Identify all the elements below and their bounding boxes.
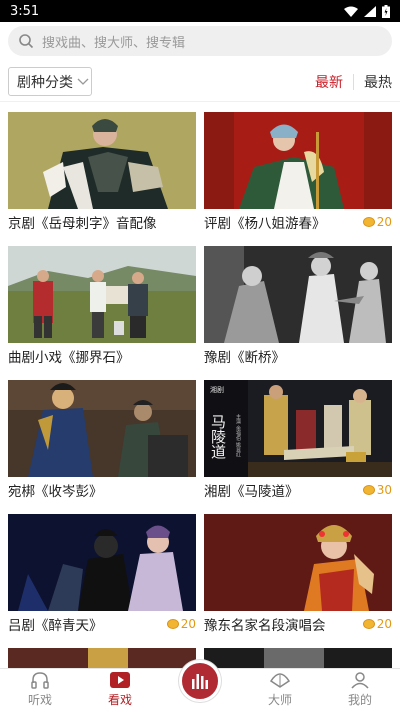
card-title: 宛梆《收岑彭》 <box>8 484 103 500</box>
card-title: 评剧《杨八姐游春》 <box>204 216 326 232</box>
video-thumbnail[interactable] <box>204 246 392 343</box>
card-info: 京剧《岳母刺字》音配像 <box>8 209 196 235</box>
search-input[interactable]: 搜戏曲、搜大师、搜专辑 <box>8 26 392 56</box>
play-video-icon <box>110 672 130 688</box>
coin-icon <box>362 619 375 629</box>
price-badge: 20 <box>362 215 392 229</box>
card-info: 吕剧《醉青天》 20 <box>8 611 196 637</box>
tab-label: 我的 <box>347 693 372 707</box>
video-thumbnail[interactable] <box>204 514 392 611</box>
card-info: 湘剧《马陵道》 30 <box>204 477 392 503</box>
price-badge: 20 <box>362 617 392 631</box>
search-area: 搜戏曲、搜大师、搜专辑 <box>0 22 400 62</box>
category-label: 剧种分类 <box>17 74 73 91</box>
card-title: 吕剧《醉青天》 <box>8 618 103 634</box>
card-info: 宛梆《收岑彭》 <box>8 477 196 503</box>
status-bar: 3:51 <box>0 0 400 22</box>
video-thumbnail[interactable] <box>8 380 196 477</box>
tab-listen[interactable]: 听戏 <box>0 669 80 712</box>
video-grid: 京剧《岳母刺字》音配像 评剧《杨八姐游春》 20 曲剧小戏《挪界石》 豫剧《断桥… <box>0 103 400 668</box>
video-card[interactable]: 曲剧小戏《挪界石》 <box>8 246 196 369</box>
video-thumbnail[interactable] <box>8 514 196 611</box>
search-placeholder: 搜戏曲、搜大师、搜专辑 <box>42 35 186 51</box>
coin-icon <box>362 485 375 495</box>
center-player-button[interactable] <box>179 660 221 702</box>
tab-label: 大师 <box>267 693 292 707</box>
status-time: 3:51 <box>10 3 40 19</box>
sort-latest[interactable]: 最新 <box>315 72 343 92</box>
sort-toggle: 最新 最热 <box>315 72 392 92</box>
card-title: 湘剧《马陵道》 <box>204 484 299 500</box>
sort-divider <box>353 74 354 90</box>
price-badge: 20 <box>166 617 196 631</box>
video-card[interactable]: 评剧《杨八姐游春》 20 <box>204 112 392 235</box>
card-title: 曲剧小戏《挪界石》 <box>8 350 130 366</box>
battery-icon <box>382 4 390 18</box>
filter-row: 剧种分类 最新 最热 <box>0 62 400 102</box>
video-card[interactable]: 宛梆《收岑彭》 <box>8 380 196 503</box>
video-card[interactable]: 京剧《岳母刺字》音配像 <box>8 112 196 235</box>
card-title: 京剧《岳母刺字》音配像 <box>8 216 157 232</box>
card-info: 曲剧小戏《挪界石》 <box>8 343 196 369</box>
fan-icon <box>269 673 291 688</box>
card-info: 豫剧《断桥》 <box>204 343 392 369</box>
card-info: 评剧《杨八姐游春》 20 <box>204 209 392 235</box>
wifi-icon <box>344 6 358 17</box>
video-thumbnail[interactable]: 湘剧 马陵道 主演 余福伯 姚显红 <box>204 380 392 477</box>
search-icon <box>19 34 34 49</box>
video-thumbnail[interactable] <box>8 648 196 668</box>
video-card[interactable] <box>8 648 196 668</box>
video-card[interactable]: 豫剧《断桥》 <box>204 246 392 369</box>
price-value: 30 <box>376 483 392 497</box>
audio-bars-icon <box>192 674 208 689</box>
tab-mine[interactable]: 我的 <box>320 669 400 712</box>
video-card[interactable] <box>204 648 392 668</box>
video-thumbnail[interactable] <box>8 112 196 209</box>
tab-label: 听戏 <box>27 693 52 707</box>
thumb-side-title: 马陵道 <box>209 414 227 459</box>
tab-label: 看戏 <box>107 693 132 707</box>
coin-icon <box>166 619 179 629</box>
signal-icon <box>364 5 376 17</box>
thumb-side-note: 主演 余福伯 姚显红 <box>235 413 241 457</box>
tab-masters[interactable]: 大师 <box>240 669 320 712</box>
category-dropdown[interactable]: 剧种分类 <box>8 67 92 96</box>
price-value: 20 <box>376 617 392 631</box>
coin-icon <box>362 217 375 227</box>
video-card[interactable]: 湘剧 马陵道 主演 余福伯 姚显红 湘剧《马陵道》 30 <box>204 380 392 503</box>
price-value: 20 <box>180 617 196 631</box>
tab-watch[interactable]: 看戏 <box>80 669 160 712</box>
card-title: 豫东名家名段演唱会 <box>204 618 326 634</box>
sort-hottest[interactable]: 最热 <box>364 72 392 92</box>
status-icons <box>344 4 390 18</box>
video-thumbnail[interactable] <box>8 246 196 343</box>
chevron-down-icon <box>77 78 89 85</box>
card-info: 豫东名家名段演唱会 20 <box>204 611 392 637</box>
thumb-corner-text: 湘剧 <box>210 385 224 394</box>
price-badge: 30 <box>362 483 392 497</box>
video-thumbnail[interactable] <box>204 648 392 668</box>
video-card[interactable]: 吕剧《醉青天》 20 <box>8 514 196 637</box>
video-card[interactable]: 豫东名家名段演唱会 20 <box>204 514 392 637</box>
card-title: 豫剧《断桥》 <box>204 350 285 366</box>
headphones-icon <box>31 672 49 689</box>
price-value: 20 <box>376 215 392 229</box>
user-icon <box>351 672 369 689</box>
video-thumbnail[interactable] <box>204 112 392 209</box>
